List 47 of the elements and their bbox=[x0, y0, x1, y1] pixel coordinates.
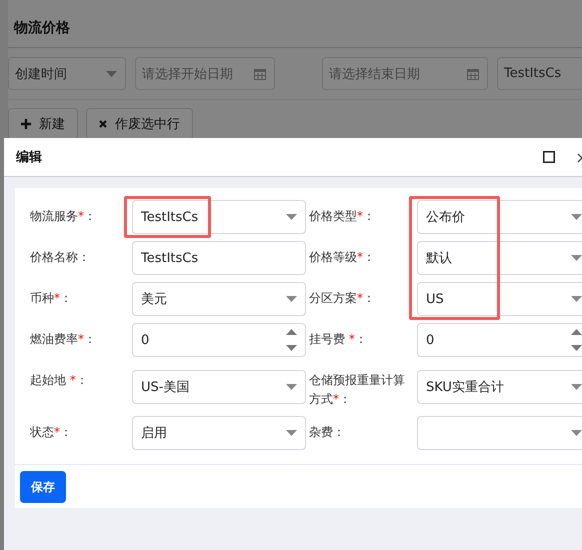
field-label: 物流服务*： bbox=[30, 208, 97, 225]
caret-icon bbox=[106, 70, 117, 76]
field-label: 杂费： bbox=[309, 424, 346, 441]
caret-icon bbox=[571, 255, 582, 261]
select-field[interactable]: 启用 bbox=[132, 416, 306, 450]
field-label: 价格等级*： bbox=[309, 249, 376, 266]
plus-icon bbox=[21, 119, 31, 129]
caret-icon bbox=[571, 296, 582, 302]
number-field[interactable]: 0 bbox=[417, 323, 582, 357]
caret-icon bbox=[286, 296, 297, 302]
caret-icon bbox=[286, 384, 297, 390]
calendar-icon bbox=[467, 68, 479, 80]
field-label: 燃油费率*： bbox=[30, 331, 97, 348]
caret-icon bbox=[286, 214, 297, 220]
caret-icon bbox=[286, 430, 297, 436]
select-field[interactable]: 美元 bbox=[132, 282, 306, 316]
caret-icon bbox=[571, 214, 582, 220]
select-field[interactable]: 公布价 bbox=[417, 200, 582, 234]
spinner-arrows-icon[interactable] bbox=[286, 329, 297, 351]
field-label: 价格类型*： bbox=[309, 208, 376, 225]
dialog-title: 编辑 bbox=[16, 148, 42, 166]
spinner-arrows-icon[interactable] bbox=[571, 329, 582, 351]
select-field[interactable]: TestItsCs bbox=[132, 200, 306, 234]
void-button[interactable]: 作废选中行 bbox=[86, 108, 193, 140]
page-title: 物流价格 bbox=[14, 18, 70, 36]
field-label: 币种*： bbox=[30, 290, 73, 307]
caret-icon bbox=[571, 430, 582, 436]
new-button[interactable]: 新建 bbox=[8, 108, 78, 140]
field-label: 状态*： bbox=[30, 424, 73, 441]
save-button[interactable]: 保存 bbox=[20, 471, 66, 503]
select-field[interactable]: US bbox=[417, 282, 582, 316]
select-field[interactable] bbox=[417, 416, 582, 450]
maximize-icon[interactable] bbox=[543, 151, 555, 163]
select-field[interactable]: SKU实重合计 bbox=[417, 370, 582, 404]
field-label: 价格名称： bbox=[30, 249, 91, 266]
field-label: 挂号费 *： bbox=[309, 331, 368, 348]
select-field[interactable]: US-美国 bbox=[132, 370, 306, 404]
field-label: 起始地 *： bbox=[30, 372, 89, 389]
caret-icon bbox=[571, 384, 582, 390]
field-label: 仓储预报重量计算方式*： bbox=[309, 372, 406, 408]
number-field[interactable]: 0 bbox=[132, 323, 306, 357]
calendar-icon bbox=[254, 68, 266, 80]
field-label: 分区方案*： bbox=[309, 290, 376, 307]
text-field[interactable]: TestItsCs bbox=[497, 57, 582, 90]
select-field[interactable]: 创建时间 bbox=[8, 57, 126, 90]
select-field[interactable]: 默认 bbox=[417, 241, 582, 275]
text-field[interactable]: TestItsCs bbox=[132, 241, 306, 275]
